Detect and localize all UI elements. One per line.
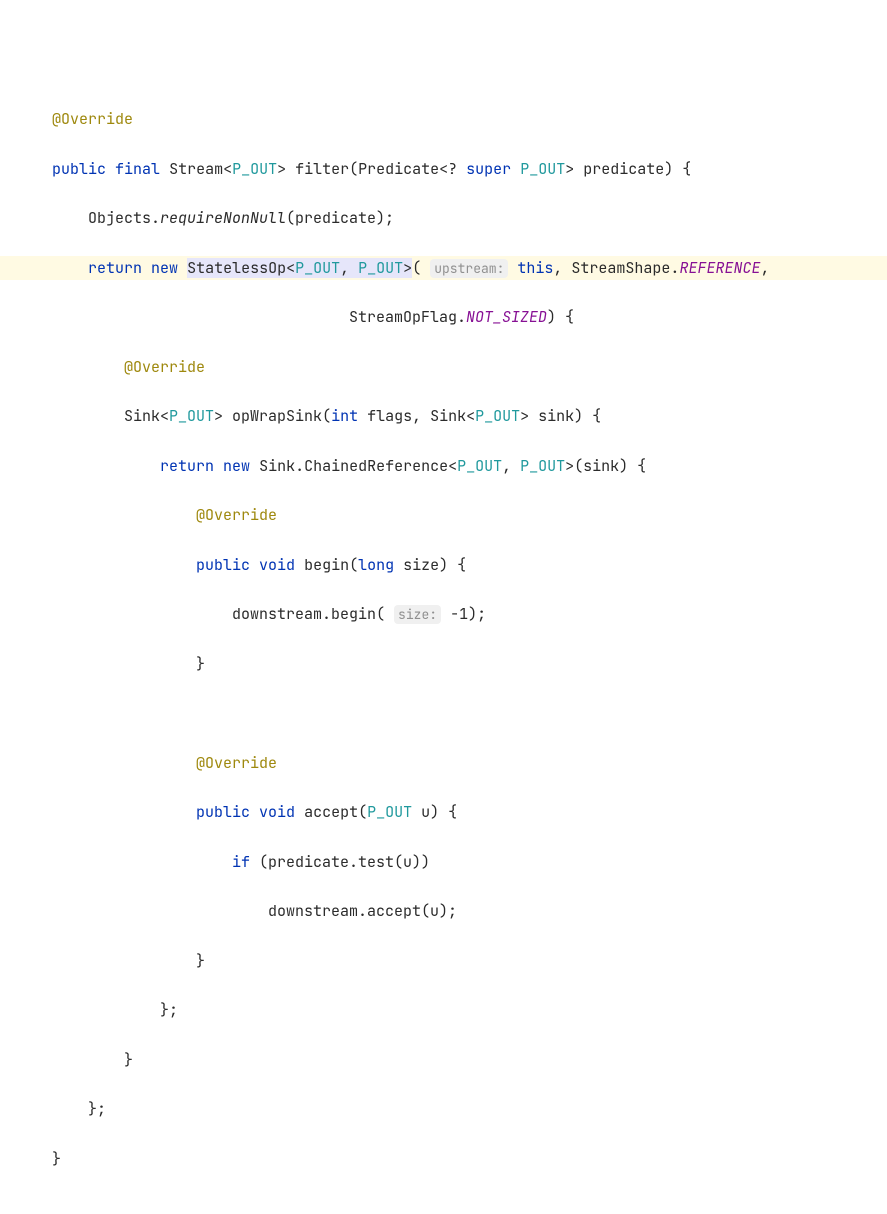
code-line: downstream.accept(u); xyxy=(0,899,887,924)
code-line: if (predicate.test(u)) xyxy=(0,850,887,875)
code-line: public void accept(P_OUT u) { xyxy=(0,800,887,825)
code-line: downstream.begin( size: -1); xyxy=(0,602,887,627)
annotation: @Override xyxy=(52,109,133,129)
code-line: @Override xyxy=(0,503,887,528)
code-line: StreamOpFlag.NOT_SIZED) { xyxy=(0,305,887,330)
code-line: Sink<P_OUT> opWrapSink(int flags, Sink<P… xyxy=(0,404,887,429)
code-line: public final Stream<P_OUT> filter(Predic… xyxy=(0,157,887,182)
code-line: } xyxy=(0,652,887,677)
param-hint: upstream: xyxy=(430,259,508,278)
code-line: @Override xyxy=(0,751,887,776)
code-line: } xyxy=(0,1048,887,1073)
code-line: } xyxy=(0,1147,887,1172)
code-line: }; xyxy=(0,998,887,1023)
code-line: } xyxy=(0,949,887,974)
code-line: @Override xyxy=(0,355,887,380)
code-line: }; xyxy=(0,1097,887,1122)
code-line: return new Sink.ChainedReference<P_OUT, … xyxy=(0,454,887,479)
code-line-highlighted: return new StatelessOp<P_OUT, P_OUT>( up… xyxy=(0,256,887,281)
code-line: public void begin(long size) { xyxy=(0,553,887,578)
code-line: Objects.requireNonNull(predicate); xyxy=(0,206,887,231)
code-line xyxy=(0,701,887,726)
code-line: @Override xyxy=(0,107,887,132)
param-hint: size: xyxy=(394,605,441,624)
